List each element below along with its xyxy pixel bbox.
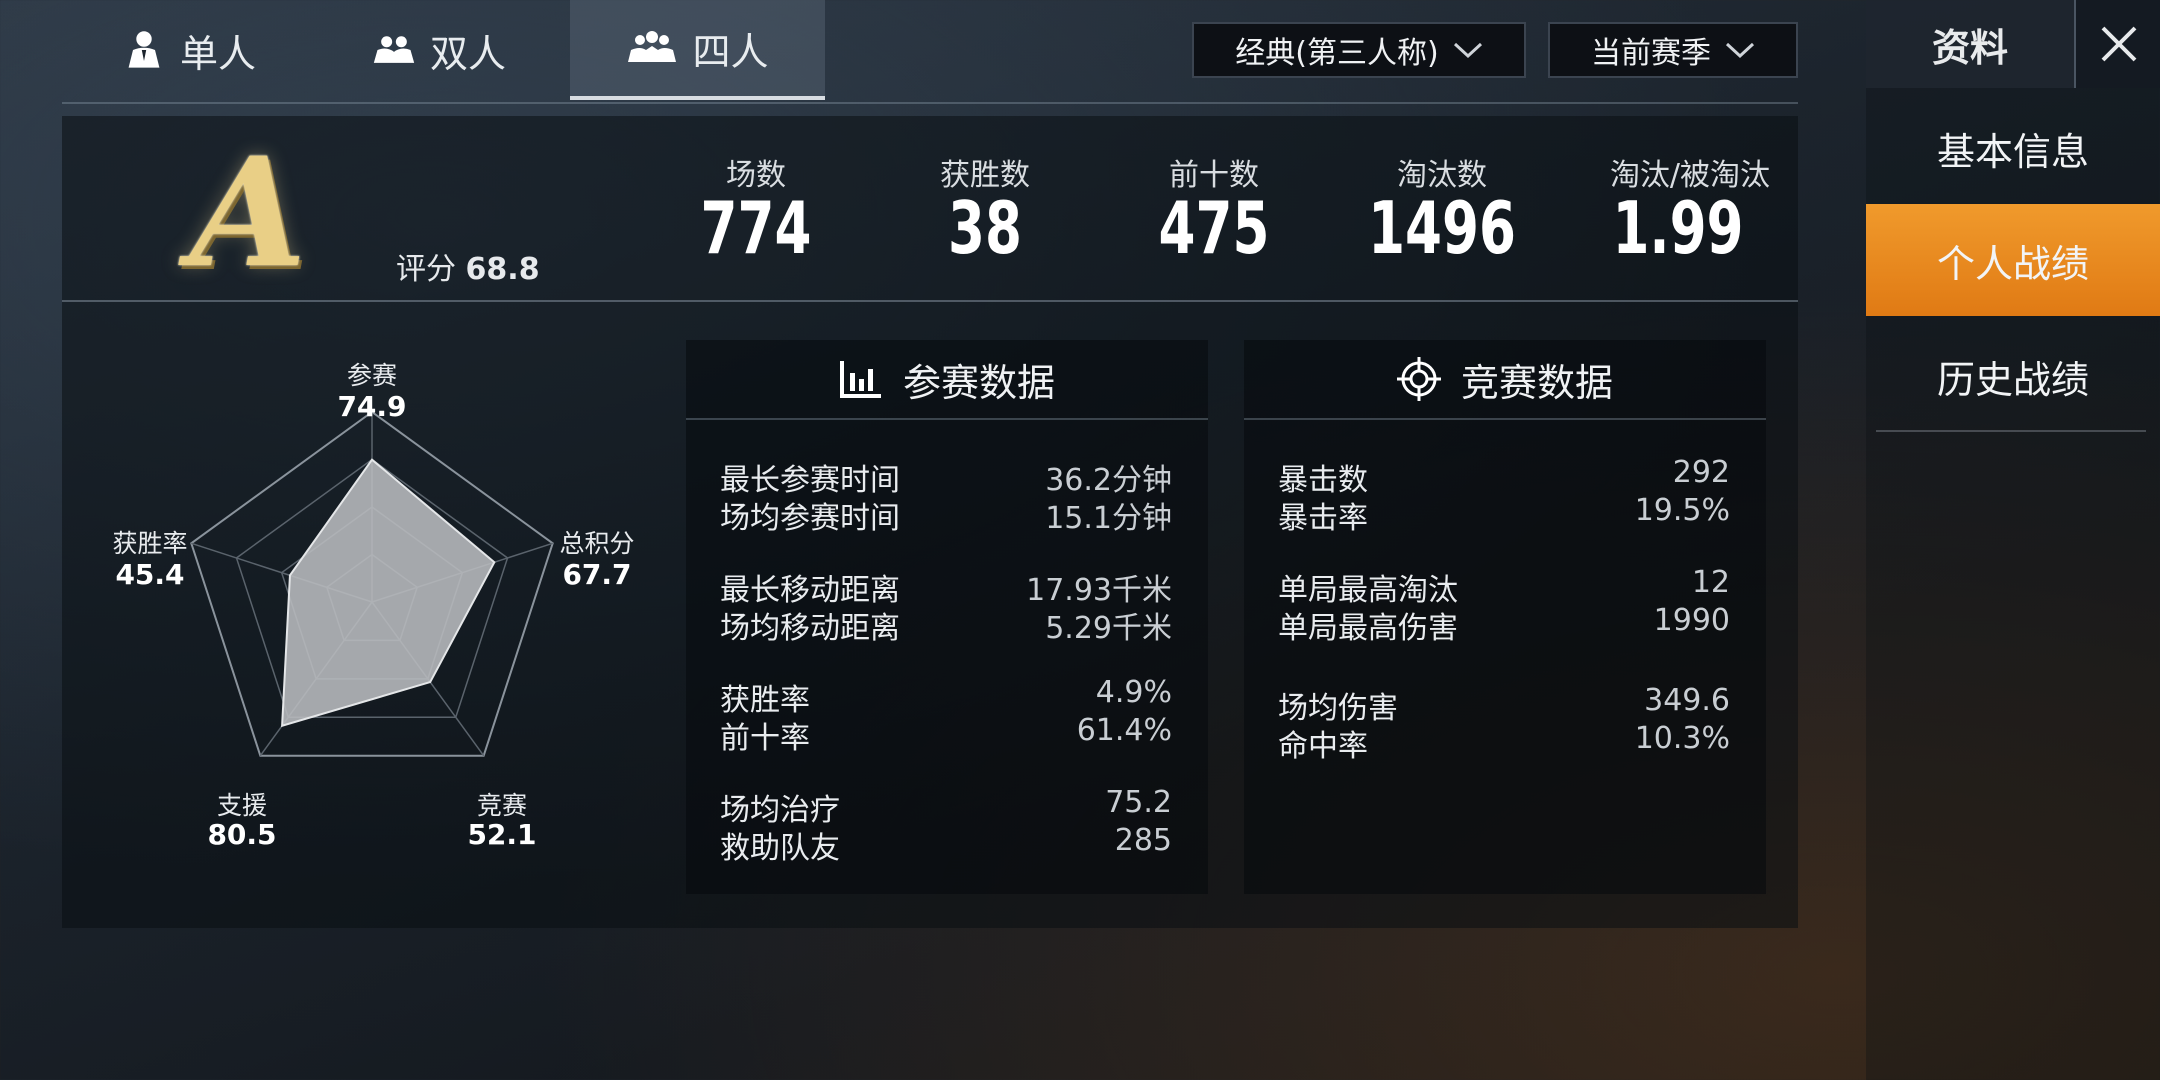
row-value: 75.2: [1105, 785, 1172, 820]
stat-value-kd: 1.99: [1612, 186, 1744, 270]
row-label: 场均参赛时间: [720, 501, 900, 536]
row-value: 5.29千米: [1045, 611, 1172, 646]
row-value: 285: [1114, 823, 1172, 858]
sidebar-item-personal-stats[interactable]: 个人战绩: [1866, 204, 2160, 316]
participation-divider: [686, 418, 1208, 420]
radar-label-competition: 竞赛: [476, 791, 527, 820]
radar-label-win-rate: 获胜率: [112, 529, 188, 558]
row-value: 349.6: [1644, 683, 1730, 718]
combat-title: 竞赛数据: [1460, 360, 1613, 405]
row-value: 15.1分钟: [1045, 501, 1172, 536]
radar-value-participation: 74.9: [337, 390, 407, 423]
radar-value-total-score: 67.7: [562, 558, 632, 591]
row-label: 前十率: [720, 721, 810, 756]
row-value: 10.3%: [1634, 721, 1730, 756]
sidebar-item-history[interactable]: 历史战绩: [1866, 320, 2160, 432]
bar-chart-icon: [839, 361, 881, 398]
row-value: 12: [1691, 565, 1730, 600]
radar-value-competition: 52.1: [467, 818, 537, 851]
radar-value-win-rate: 45.4: [115, 558, 185, 591]
row-label: 单局最高伤害: [1278, 611, 1458, 646]
close-button[interactable]: [2074, 0, 2160, 88]
radar-label-support: 支援: [216, 791, 267, 820]
sidebar-title: 资料: [1866, 0, 2074, 88]
stat-value-kills: 1496: [1368, 186, 1516, 270]
stat-value-top10: 475: [1158, 186, 1270, 270]
sidebar-divider: [1876, 430, 2146, 432]
row-label: 救助队友: [720, 831, 840, 866]
row-value: 19.5%: [1634, 493, 1730, 528]
row-value: 61.4%: [1076, 713, 1172, 748]
row-label: 暴击率: [1278, 501, 1368, 536]
radar-value-support: 80.5: [207, 818, 277, 851]
row-value: 1990: [1653, 603, 1730, 638]
season-dropdown-value: 当前赛季: [1591, 36, 1711, 71]
row-label: 场均移动距离: [720, 611, 900, 646]
combat-header: 竞赛数据: [1244, 340, 1766, 418]
combat-divider: [1244, 418, 1766, 420]
sidebar-item-basic-info[interactable]: 基本信息: [1866, 92, 2160, 204]
close-icon: [2101, 26, 2137, 62]
radar-label-total-score: 总积分: [559, 529, 635, 558]
mode-dropdown[interactable]: 经典(第三人称): [1192, 22, 1526, 78]
stat-value-wins: 38: [948, 186, 1022, 270]
crosshair-icon: [1396, 357, 1441, 401]
season-dropdown[interactable]: 当前赛季: [1548, 22, 1798, 78]
radar-label-participation: 参赛: [346, 361, 397, 390]
participation-header: 参赛数据: [686, 340, 1208, 418]
chevron-down-icon: [1453, 42, 1482, 59]
row-label: 命中率: [1278, 729, 1368, 764]
row-value: 292: [1672, 455, 1730, 490]
radar-chart: [190, 410, 554, 757]
mode-dropdown-value: 经典(第三人称): [1235, 36, 1439, 71]
tab-label: 四人: [692, 29, 769, 74]
participation-title: 参赛数据: [902, 360, 1055, 405]
chevron-down-icon: [1725, 42, 1755, 59]
radar-data-polygon: [281, 458, 496, 728]
row-value: 4.9%: [1095, 675, 1172, 710]
